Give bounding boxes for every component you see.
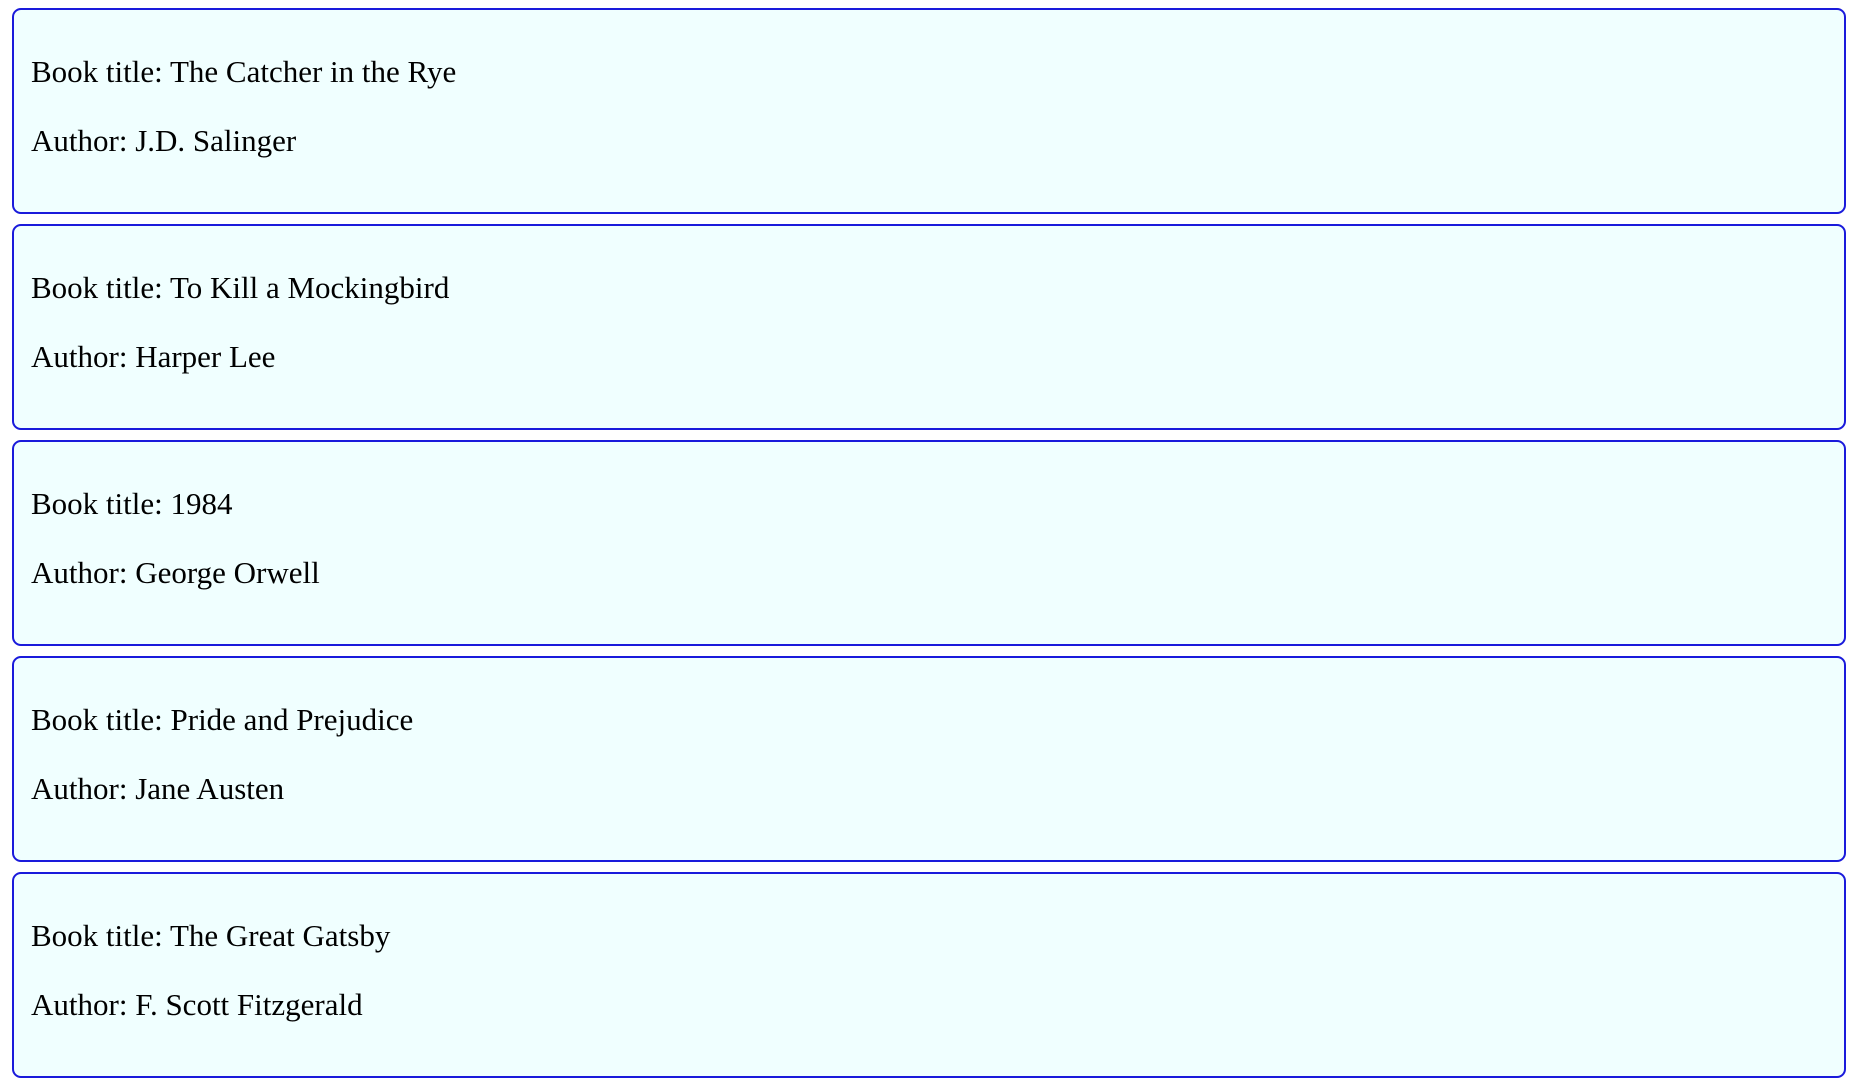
book-title-line: Book title: The Catcher in the Rye <box>31 54 1844 90</box>
book-author-label: Author: <box>31 123 136 158</box>
book-title: 1984 <box>170 486 233 521</box>
book-title: The Great Gatsby <box>169 918 391 953</box>
book-title-label: Book title: <box>31 54 170 89</box>
book-title-label: Book title: <box>31 486 171 521</box>
book-title: To Kill a Mockingbird <box>169 270 450 305</box>
book-author-line: Author: George Orwell <box>31 555 1844 591</box>
book-title-line: Book title: 1984 <box>31 486 1844 522</box>
book-card: Book title: The Catcher in the Rye Autho… <box>12 8 1846 214</box>
book-title: Pride and Prejudice <box>170 702 414 737</box>
book-author-line: Author: Harper Lee <box>31 339 1844 375</box>
book-title: The Catcher in the Rye <box>169 54 457 89</box>
book-author: J.D. Salinger <box>135 123 297 158</box>
book-card: Book title: Pride and Prejudice Author: … <box>12 656 1846 862</box>
book-author-label: Author: <box>31 555 136 590</box>
book-author-label: Author: <box>31 339 136 374</box>
book-author: Jane Austen <box>135 771 285 806</box>
book-title-line: Book title: Pride and Prejudice <box>31 702 1844 738</box>
book-author-label: Author: <box>31 987 136 1022</box>
book-title-line: Book title: To Kill a Mockingbird <box>31 270 1844 306</box>
book-author-line: Author: Jane Austen <box>31 771 1844 807</box>
book-card: Book title: 1984 Author: George Orwell <box>12 440 1846 646</box>
book-author: F. Scott Fitzgerald <box>135 987 363 1022</box>
book-author-label: Author: <box>31 771 136 806</box>
book-list: Book title: The Catcher in the Rye Autho… <box>12 8 1846 1088</box>
book-card: Book title: The Great Gatsby Author: F. … <box>12 872 1846 1078</box>
book-title-label: Book title: <box>31 702 171 737</box>
book-title-line: Book title: The Great Gatsby <box>31 918 1844 954</box>
book-author-line: Author: J.D. Salinger <box>31 123 1844 159</box>
book-title-label: Book title: <box>31 918 170 953</box>
book-author: George Orwell <box>135 555 320 590</box>
book-card: Book title: To Kill a Mockingbird Author… <box>12 224 1846 430</box>
book-author: Harper Lee <box>135 339 276 374</box>
book-author-line: Author: F. Scott Fitzgerald <box>31 987 1844 1023</box>
book-title-label: Book title: <box>31 270 170 305</box>
